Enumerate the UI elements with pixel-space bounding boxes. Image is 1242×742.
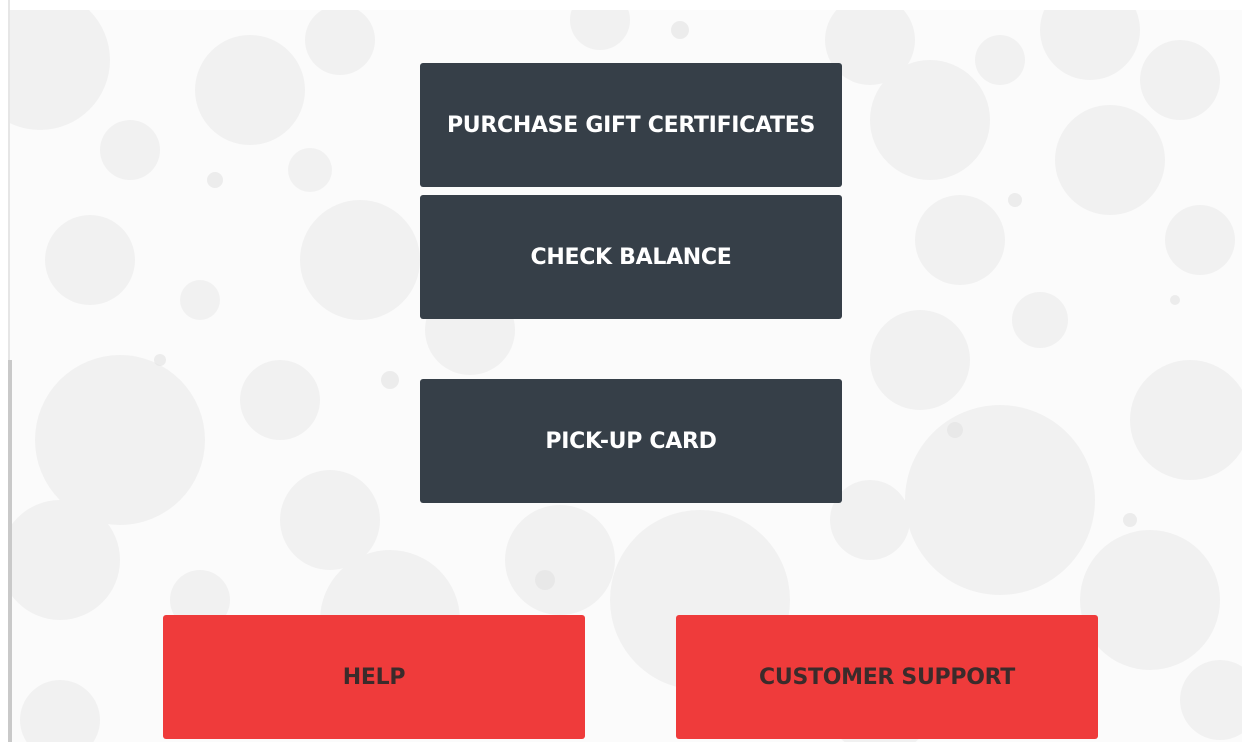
purchase-gift-certificates-button[interactable]: PURCHASE GIFT CERTIFICATES <box>420 63 842 187</box>
kiosk-screen: PURCHASE GIFT CERTIFICATES CHECK BALANCE… <box>0 0 1242 742</box>
top-band <box>0 0 1242 10</box>
pick-up-card-button[interactable]: PICK-UP CARD <box>420 379 842 503</box>
customer-support-button[interactable]: CUSTOMER SUPPORT <box>676 615 1098 739</box>
help-button[interactable]: HELP <box>163 615 585 739</box>
scrollbar[interactable] <box>8 360 12 742</box>
check-balance-button[interactable]: CHECK BALANCE <box>420 195 842 319</box>
